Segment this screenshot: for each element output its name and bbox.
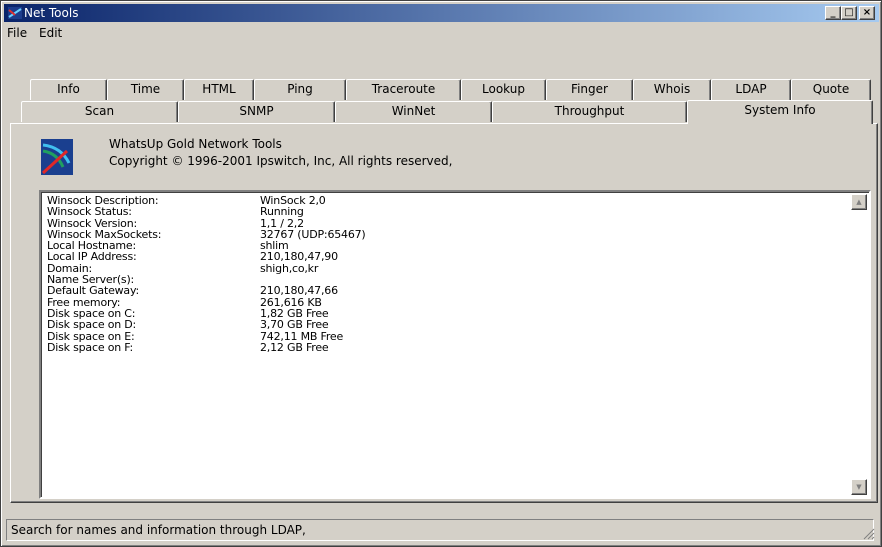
scroll-up-arrow-icon[interactable]: ▲ <box>851 194 867 210</box>
status-bar: Search for names and information through… <box>4 517 879 544</box>
info-value: 3,70 GB Free <box>260 318 329 332</box>
tab-info[interactable]: Info <box>30 79 107 100</box>
window-title: Net Tools <box>24 6 79 20</box>
about-copyright: Copyright © 1996-2001 Ipswitch, Inc, All… <box>109 154 453 168</box>
tab-quote[interactable]: Quote <box>791 79 871 100</box>
menu-bar: File Edit <box>4 23 879 43</box>
info-label: Winsock Status: <box>47 205 132 219</box>
info-row: Disk space on D: 3,70 GB Free <box>47 318 366 332</box>
info-row: Default Gateway: 210,180,47,66 <box>47 284 366 298</box>
info-value: Running <box>260 205 304 219</box>
info-value: 210,180,47,66 <box>260 284 338 298</box>
info-label: Disk space on F: <box>47 340 134 354</box>
status-text: Search for names and information through… <box>11 523 306 537</box>
tab-lookup[interactable]: Lookup <box>461 79 546 100</box>
maximize-button[interactable]: □ <box>841 6 857 20</box>
tab-winnet[interactable]: WinNet <box>335 101 492 122</box>
whatsup-gold-logo <box>41 139 73 175</box>
info-row: Winsock Status: Running <box>47 205 366 219</box>
info-value: shigh,co,kr <box>260 261 319 275</box>
tab-throughput[interactable]: Throughput <box>492 101 687 122</box>
tab-scan[interactable]: Scan <box>21 101 178 122</box>
scroll-down-arrow-icon[interactable]: ▼ <box>851 479 867 495</box>
about-product-name: WhatsUp Gold Network Tools <box>109 137 282 151</box>
menu-file[interactable]: File <box>7 26 27 40</box>
title-bar[interactable]: Net Tools _ □ × <box>4 4 879 22</box>
tab-whois[interactable]: Whois <box>633 79 711 100</box>
tab-ldap[interactable]: LDAP <box>711 79 791 100</box>
info-value: 2,12 GB Free <box>260 340 329 354</box>
app-window: Net Tools _ □ × File Edit Info Time HTML… <box>0 0 882 547</box>
info-label: Default Gateway: <box>47 284 139 298</box>
tab-ping[interactable]: Ping <box>254 79 346 100</box>
menu-edit[interactable]: Edit <box>39 26 62 40</box>
tab-finger[interactable]: Finger <box>546 79 633 100</box>
net-tools-app-icon <box>8 7 22 19</box>
tab-html[interactable]: HTML <box>184 79 254 100</box>
vertical-scrollbar[interactable]: ▲ ▼ <box>851 194 867 495</box>
tab-snmp[interactable]: SNMP <box>178 101 335 122</box>
info-label: Disk space on D: <box>47 318 137 332</box>
resize-grip-icon[interactable] <box>863 528 875 540</box>
tab-time[interactable]: Time <box>107 79 184 100</box>
system-info-listbox[interactable]: Winsock Description: WinSock 2,0 Winsock S… <box>39 190 871 499</box>
info-row: Disk space on F: 2,12 GB Free <box>47 340 366 354</box>
close-button[interactable]: × <box>859 6 875 20</box>
tab-traceroute[interactable]: Traceroute <box>346 79 461 100</box>
tab-system-info[interactable]: System Info <box>687 100 873 124</box>
system-info-table: Winsock Description: WinSock 2,0 Winsock S… <box>47 195 366 353</box>
status-panel: Search for names and information through… <box>6 519 874 541</box>
minimize-button[interactable]: _ <box>825 6 841 20</box>
